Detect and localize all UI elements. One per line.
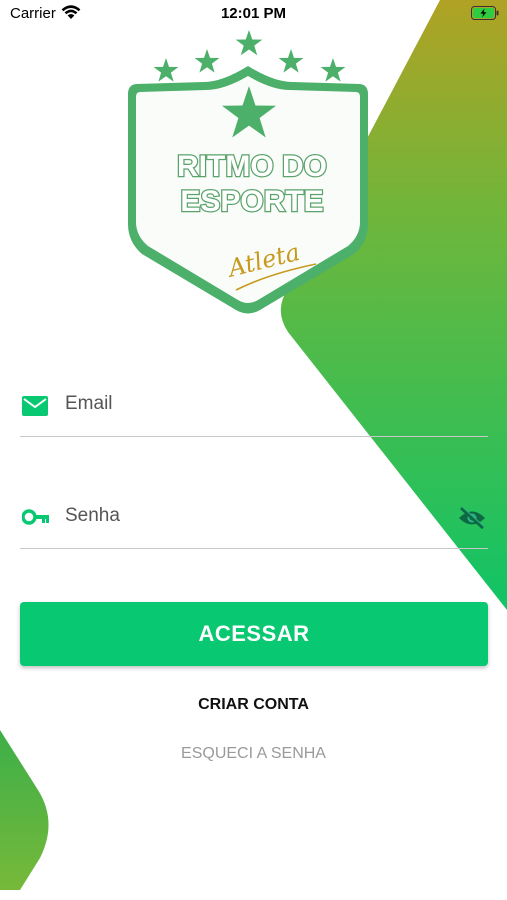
battery-charging-icon <box>471 6 499 24</box>
clock-time: 12:01 PM <box>220 5 287 22</box>
create-account-link[interactable]: CRIAR CONTA <box>0 696 507 714</box>
forgot-password-link[interactable]: ESQUECI A SENHA <box>0 745 507 763</box>
key-icon <box>21 508 50 531</box>
password-field[interactable]: Senha <box>20 492 488 549</box>
mail-icon <box>22 396 48 421</box>
email-field[interactable]: Email <box>20 380 488 437</box>
email-placeholder: Email <box>65 393 113 414</box>
login-button[interactable]: ACESSAR <box>20 602 488 666</box>
eye-off-icon[interactable] <box>458 506 486 535</box>
password-placeholder: Senha <box>65 505 120 526</box>
status-bar: Carrier 12:01 PM <box>0 0 507 28</box>
ritmo-do-esporte-logo: RITMO DO ESPORTE Atleta <box>118 28 378 318</box>
logo-text-line2: ESPORTE <box>180 185 323 218</box>
logo-text-line1: RITMO DO <box>177 150 327 183</box>
